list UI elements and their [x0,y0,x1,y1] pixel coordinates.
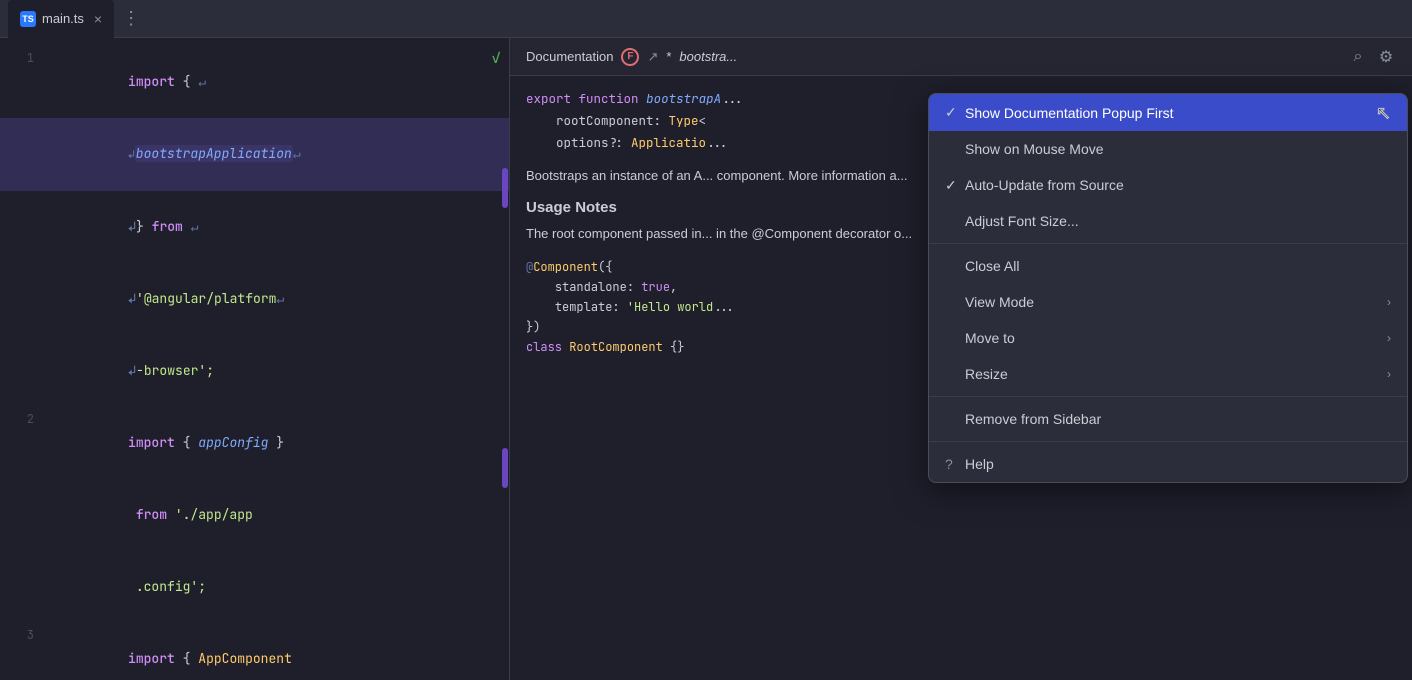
submenu-arrow-icon: › [1387,295,1391,309]
code-line-2b: from './app/app [0,479,509,551]
modified-indicator: * [666,49,671,64]
menu-item-help[interactable]: ? Help [929,446,1407,482]
documentation-pane: Documentation F ↗ * bootstra... ⌕ ⚙ expo… [510,38,1412,680]
doc-header: Documentation F ↗ * bootstra... ⌕ ⚙ [510,38,1412,76]
code-line-1d: ↲'@angular/platform↵ [0,263,509,335]
main-ts-tab[interactable]: TS main.ts × [8,0,114,38]
scrollbar-track[interactable] [501,38,509,680]
menu-item-label: Resize [965,366,1387,382]
menu-divider-2 [929,396,1407,397]
line-code: .config'; [50,551,509,623]
check-mark: ✓ [491,46,501,70]
menu-item-label: Auto-Update from Source [965,177,1391,193]
main-area: 1 import { ↵ ✓ ↲bootstrapApplication↵ ↲}… [0,38,1412,680]
menu-item-label: Show Documentation Popup First [965,105,1380,121]
menu-divider-1 [929,243,1407,244]
line-number: 3 [0,623,50,647]
menu-item-auto-update[interactable]: ✓ Auto-Update from Source [929,167,1407,203]
f-icon: F [621,48,639,66]
line-code: ↲bootstrapApplication↵ [50,118,509,191]
menu-item-adjust-font[interactable]: Adjust Font Size... [929,203,1407,239]
menu-item-close-all[interactable]: Close All [929,248,1407,284]
menu-item-remove-sidebar[interactable]: Remove from Sidebar [929,401,1407,437]
scrollbar-thumb-2[interactable] [502,448,508,488]
menu-item-view-mode[interactable]: View Mode › [929,284,1407,320]
code-line-1: 1 import { ↵ ✓ [0,46,509,118]
line-code: ↲} from ↵ [50,191,509,263]
menu-item-label: Move to [965,330,1387,346]
context-menu: ✓ Show Documentation Popup First ↖ Show … [928,93,1408,483]
tab-title: main.ts [42,11,84,26]
line-number: 2 [0,407,50,431]
menu-item-label: Adjust Font Size... [965,213,1391,229]
gear-icon[interactable]: ⚙ [1376,47,1396,67]
menu-item-label: View Mode [965,294,1387,310]
menu-item-show-mouse-move[interactable]: Show on Mouse Move [929,131,1407,167]
submenu-arrow-icon: › [1387,367,1391,381]
code-line-2: 2 import { appConfig } [0,407,509,479]
cursor-icon: ↖ [1376,103,1391,124]
menu-item-label: Show on Mouse Move [965,141,1391,157]
code-content: 1 import { ↵ ✓ ↲bootstrapApplication↵ ↲}… [0,38,509,680]
code-line-1b: ↲bootstrapApplication↵ [0,118,509,191]
question-icon: ? [945,456,965,472]
line-number: 1 [0,46,50,70]
menu-item-label: Remove from Sidebar [965,411,1391,427]
external-link-icon[interactable]: ↗ [647,49,658,65]
header-action-buttons: ⌕ ⚙ [1348,47,1396,67]
doc-filename: bootstra... [679,49,737,64]
search-icon[interactable]: ⌕ [1348,47,1368,67]
line-code: ↲'@angular/platform↵ [50,263,509,335]
tab-close-button[interactable]: × [94,11,102,27]
code-line-1e: ↲-browser'; [0,335,509,407]
submenu-arrow-icon: › [1387,331,1391,345]
menu-item-label: Close All [965,258,1391,274]
menu-item-resize[interactable]: Resize › [929,356,1407,392]
menu-item-show-doc-popup[interactable]: ✓ Show Documentation Popup First ↖ [929,94,1407,131]
tab-more-button[interactable]: ⋮ [122,8,140,29]
line-code: ↲-browser'; [50,335,509,407]
line-code: import { appConfig } [50,407,509,479]
code-line-3: 3 import { AppComponent [0,623,509,680]
tab-bar: TS main.ts × ⋮ [0,0,1412,38]
scrollbar-thumb[interactable] [502,168,508,208]
code-line-2c: .config'; [0,551,509,623]
menu-item-move-to[interactable]: Move to › [929,320,1407,356]
line-code: import { AppComponent [50,623,509,680]
line-code: import { ↵ [50,46,491,118]
code-editor[interactable]: 1 import { ↵ ✓ ↲bootstrapApplication↵ ↲}… [0,38,510,680]
menu-item-label: Help [965,456,1391,472]
line-code: from './app/app [50,479,509,551]
menu-divider-3 [929,441,1407,442]
code-line-1c: ↲} from ↵ [0,191,509,263]
ts-icon: TS [20,11,36,27]
check-icon: ✓ [945,177,965,194]
check-icon: ✓ [945,104,965,121]
doc-header-title: Documentation [526,49,613,64]
